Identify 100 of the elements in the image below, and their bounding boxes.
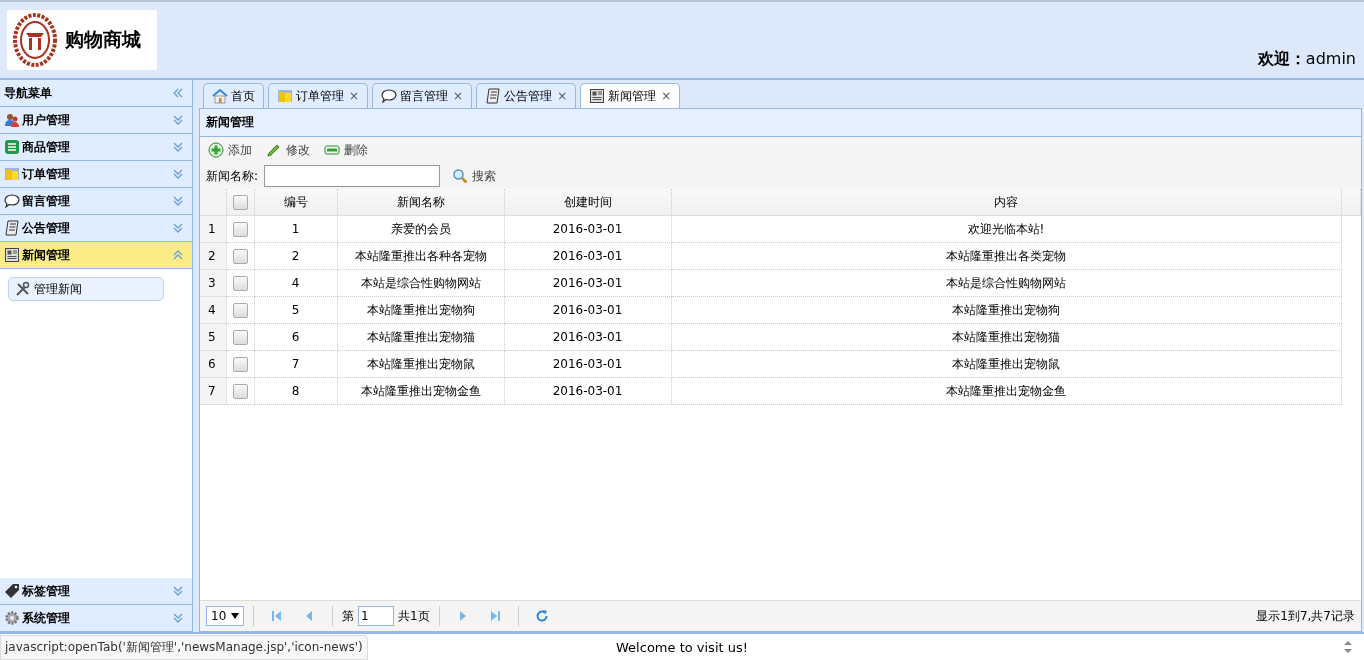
table-cell: 本站隆重推出宠物狗 bbox=[337, 296, 504, 324]
search-label: 新闻名称: bbox=[206, 167, 259, 185]
document-icon bbox=[4, 220, 20, 236]
chevrons-down-icon bbox=[172, 141, 184, 153]
checkbox[interactable] bbox=[232, 194, 248, 210]
row-number: 2 bbox=[200, 242, 226, 270]
table-cell: 5 bbox=[254, 296, 337, 324]
tab[interactable]: 新闻管理 × bbox=[580, 83, 681, 108]
table-cell: 本站隆重推出各种各宠物 bbox=[337, 242, 504, 270]
table-cell: 本站是综合性购物网站 bbox=[337, 269, 504, 297]
accordion-header[interactable]: 新闻管理 bbox=[0, 242, 192, 269]
close-button[interactable]: × bbox=[349, 89, 360, 103]
menu-item[interactable]: 管理新闻 bbox=[8, 277, 164, 301]
tab[interactable]: 公告管理 × bbox=[476, 83, 577, 108]
column-header[interactable]: 内容 bbox=[671, 189, 1341, 216]
search-icon bbox=[452, 168, 469, 184]
status-tooltip: javascript:openTab('新闻管理','newsManage.jsp','icon-news') bbox=[0, 635, 368, 660]
toolbar-button[interactable]: 删除 bbox=[322, 141, 370, 159]
people-icon bbox=[4, 112, 20, 128]
accordion-header[interactable]: 系统管理 bbox=[0, 605, 192, 632]
row-number: 1 bbox=[200, 215, 226, 243]
welcome-label: 欢迎： bbox=[1257, 49, 1306, 68]
user-name: admin bbox=[1305, 49, 1356, 68]
home-icon bbox=[212, 88, 228, 104]
add-icon bbox=[208, 142, 224, 158]
checkbox[interactable] bbox=[232, 383, 248, 399]
dropdown-icon bbox=[231, 613, 239, 619]
search-field[interactable] bbox=[264, 165, 441, 187]
tab[interactable]: 留言管理 × bbox=[372, 83, 473, 108]
search-button[interactable]: 搜索 bbox=[450, 167, 499, 185]
table-cell: 本站隆重推出宠物金鱼 bbox=[671, 377, 1341, 405]
row-number: 6 bbox=[200, 350, 226, 378]
checkbox[interactable] bbox=[232, 329, 248, 345]
column-header[interactable]: 新闻名称 bbox=[337, 189, 504, 216]
table-cell: 本站是综合性购物网站 bbox=[671, 269, 1341, 297]
accordion-header[interactable]: 留言管理 bbox=[0, 188, 192, 215]
checkbox[interactable] bbox=[232, 248, 248, 264]
record-summary: 显示1到7,共7记录 bbox=[1256, 607, 1355, 625]
table-cell: 本站隆重推出宠物猫 bbox=[337, 323, 504, 351]
table-cell: 本站隆重推出宠物猫 bbox=[671, 323, 1341, 351]
table-cell: 亲爱的会员 bbox=[337, 215, 504, 243]
table-cell: 欢迎光临本站! bbox=[671, 215, 1341, 243]
accordion-header[interactable]: 标签管理 bbox=[0, 578, 192, 605]
table-cell: 2016-03-01 bbox=[504, 350, 671, 378]
table-cell: 2016-03-01 bbox=[504, 323, 671, 351]
table-cell: 2016-03-01 bbox=[504, 296, 671, 324]
folder-icon bbox=[277, 88, 293, 104]
close-button[interactable]: × bbox=[661, 89, 672, 103]
footer-text: Welcome to visit us! bbox=[616, 639, 748, 655]
column-header[interactable]: 创建时间 bbox=[504, 189, 671, 216]
tab[interactable]: 首页 bbox=[203, 83, 264, 108]
checkbox[interactable] bbox=[232, 356, 248, 372]
checkbox[interactable] bbox=[232, 275, 248, 291]
chevrons-down-icon bbox=[172, 195, 184, 207]
table-cell: 本站隆重推出宠物鼠 bbox=[337, 350, 504, 378]
table-cell: 本站隆重推出各类宠物 bbox=[671, 242, 1341, 270]
pencil-icon bbox=[266, 142, 282, 158]
accordion-header[interactable]: 商品管理 bbox=[0, 134, 192, 161]
table-cell: 2016-03-01 bbox=[504, 242, 671, 270]
sidebar-title: 导航菜单 bbox=[4, 84, 53, 102]
table-cell: 2016-03-01 bbox=[504, 269, 671, 297]
page-size-select[interactable]: 10 bbox=[206, 606, 244, 626]
checkbox[interactable] bbox=[232, 221, 248, 237]
table-cell: 本站隆重推出宠物金鱼 bbox=[337, 377, 504, 405]
close-button[interactable]: × bbox=[453, 89, 464, 103]
chevrons-down-icon bbox=[172, 168, 184, 180]
close-button[interactable]: × bbox=[557, 89, 568, 103]
chevrons-down-icon bbox=[172, 222, 184, 234]
column-header[interactable]: 编号 bbox=[254, 189, 337, 216]
table-cell: 本站隆重推出宠物狗 bbox=[671, 296, 1341, 324]
newspaper-icon bbox=[589, 88, 606, 104]
chevrons-down-icon bbox=[172, 585, 184, 597]
checkbox[interactable] bbox=[232, 302, 248, 318]
speech-bubble-icon bbox=[4, 193, 20, 209]
tab[interactable]: 订单管理 × bbox=[268, 83, 369, 108]
table-cell: 2 bbox=[254, 242, 337, 270]
table-cell: 4 bbox=[254, 269, 337, 297]
accordion-header[interactable]: 订单管理 bbox=[0, 161, 192, 188]
tools-icon bbox=[15, 281, 31, 297]
seal-icon bbox=[13, 13, 57, 67]
table-cell: 2016-03-01 bbox=[504, 215, 671, 243]
accordion-header[interactable]: 公告管理 bbox=[0, 215, 192, 242]
page-prefix: 第 bbox=[342, 607, 354, 625]
page-field[interactable]: 1 bbox=[358, 606, 394, 626]
document-icon bbox=[485, 88, 502, 104]
collapse-icon[interactable] bbox=[172, 87, 184, 99]
minus-icon bbox=[324, 142, 340, 158]
toolbar-button[interactable]: 修改 bbox=[264, 141, 312, 159]
folder-icon bbox=[4, 166, 20, 182]
table-cell: 6 bbox=[254, 323, 337, 351]
table-cell: 7 bbox=[254, 350, 337, 378]
page-total: 共1页 bbox=[398, 607, 430, 625]
toolbar-button[interactable]: 添加 bbox=[206, 141, 254, 159]
row-number: 3 bbox=[200, 269, 226, 297]
newspaper-icon bbox=[4, 247, 20, 263]
table-cell: 2016-03-01 bbox=[504, 377, 671, 405]
settings-icon bbox=[4, 610, 20, 626]
accordion-header[interactable]: 用户管理 bbox=[0, 107, 192, 134]
tag-icon bbox=[4, 583, 20, 599]
panel-title: 新闻管理 bbox=[200, 109, 1361, 137]
